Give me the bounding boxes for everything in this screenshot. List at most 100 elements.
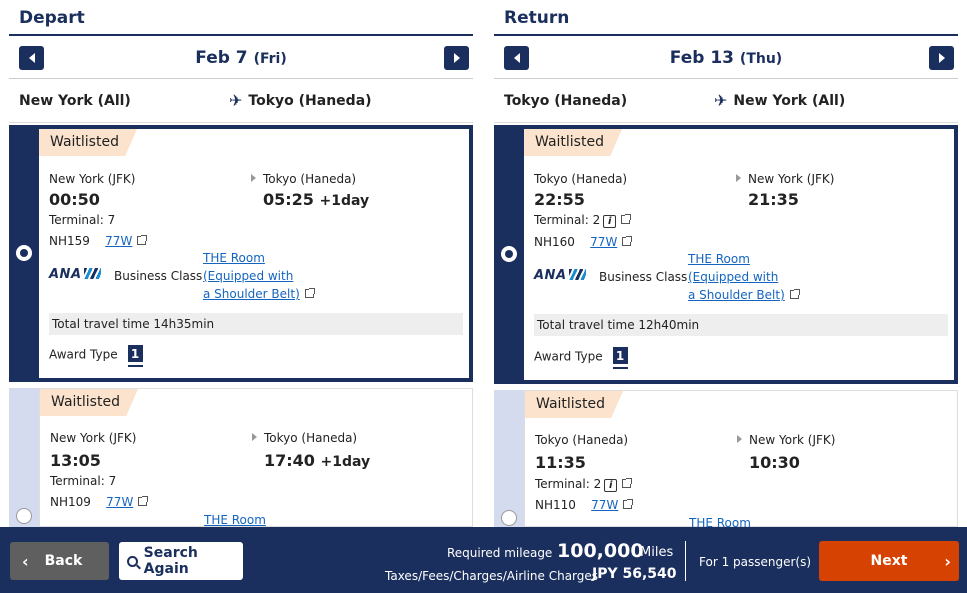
flight-radio-selected[interactable] <box>501 246 517 262</box>
terminal: Terminal: 7 <box>50 474 117 488</box>
terminal: Terminal: 2i <box>535 477 633 492</box>
dest-airport: New York (JFK) <box>737 433 835 447</box>
aircraft-link[interactable]: 77W <box>106 495 133 509</box>
next-date-button[interactable] <box>929 46 954 70</box>
route-from: New York (All) <box>19 92 131 109</box>
mileage-value: 100,000 <box>557 540 644 562</box>
next-date-button[interactable] <box>444 46 469 70</box>
info-icon[interactable]: i <box>604 479 618 492</box>
external-link-icon <box>623 499 634 509</box>
external-link-icon <box>621 214 632 224</box>
route-to: New York (All) <box>733 92 846 109</box>
prev-date-button[interactable] <box>19 46 44 70</box>
flight-radio-unselected[interactable] <box>16 508 32 524</box>
total-travel-time: Total travel time 14h35min <box>49 313 463 335</box>
next-button[interactable]: Next › <box>819 541 959 581</box>
flight-number-row: NH110 77W <box>535 498 634 512</box>
return-route: Tokyo (Haneda) ✈ New York (All) <box>494 79 958 123</box>
dest-airport: Tokyo (Haneda) <box>252 431 357 445</box>
dest-airport: New York (JFK) <box>736 172 834 186</box>
external-link-icon <box>622 478 633 488</box>
cabin-class: Business Class <box>114 269 203 283</box>
passenger-count: For 1 passenger(s) <box>699 555 812 569</box>
external-link-icon <box>789 289 800 299</box>
arrow-right-icon <box>737 435 742 443</box>
left-arrow-icon <box>28 53 35 63</box>
prev-date-button[interactable] <box>504 46 529 70</box>
return-date-bar: Feb 13 (Thu) <box>494 36 958 79</box>
flight-radio-selected[interactable] <box>16 245 32 261</box>
departure-time: 11:35 <box>535 453 586 472</box>
arrival-time: 10:30 <box>749 453 800 472</box>
dest-airport: Tokyo (Haneda) <box>251 172 356 186</box>
flight-option-card[interactable]: Waitlisted New York (JFK) Tokyo (Haneda)… <box>9 388 473 527</box>
departure-time: 00:50 <box>49 190 100 209</box>
mileage-label: Required mileage <box>447 546 553 560</box>
ana-logo: ANA <box>49 267 101 282</box>
search-again-button[interactable]: Search Again <box>119 542 243 580</box>
arrow-right-icon <box>736 174 741 182</box>
external-link-icon <box>138 496 149 506</box>
origin-airport: New York (JFK) <box>49 172 136 186</box>
mileage-unit: Miles <box>640 545 674 560</box>
total-travel-time: Total travel time 12h40min <box>534 314 948 336</box>
taxes-label: Taxes/Fees/Charges/Airline Charges <box>385 569 599 583</box>
right-arrow-icon <box>938 53 945 63</box>
award-type: Award Type 1 <box>534 347 628 367</box>
flight-option-card[interactable]: Waitlisted Tokyo (Haneda) New York (JFK)… <box>494 390 958 530</box>
back-button[interactable]: ‹ Back <box>10 542 109 580</box>
status-badge: Waitlisted <box>39 129 137 156</box>
route-to: Tokyo (Haneda) <box>248 92 372 109</box>
return-column: Return Feb 13 (Thu) Tokyo (Haneda) ✈ New… <box>494 0 958 530</box>
ana-logo: ANA <box>534 268 586 283</box>
flight-details: Waitlisted Tokyo (Haneda) New York (JFK)… <box>524 129 954 380</box>
arrow-right-icon <box>252 433 257 441</box>
origin-airport: New York (JFK) <box>50 431 137 445</box>
status-badge: Waitlisted <box>525 391 623 418</box>
depart-title: Depart <box>9 0 473 36</box>
divider <box>685 541 686 581</box>
depart-date: Feb 7 (Fri) <box>195 48 287 68</box>
seat-type-link[interactable]: THE Room (Equipped with a Shoulder Belt) <box>203 249 315 303</box>
aircraft-link[interactable]: 77W <box>105 234 132 248</box>
flight-option-card[interactable]: Waitlisted New York (JFK) Tokyo (Haneda)… <box>9 125 473 382</box>
arrival-time: 05:25 +1day <box>263 190 370 209</box>
left-arrow-icon <box>513 53 520 63</box>
right-arrow-icon <box>453 53 460 63</box>
taxes-value: JPY 56,540 <box>592 566 677 582</box>
aircraft-link[interactable]: 77W <box>590 235 617 249</box>
chevron-left-icon: ‹ <box>22 551 29 571</box>
award-type-badge[interactable]: 1 <box>612 347 628 367</box>
aircraft-link[interactable]: 77W <box>591 498 618 512</box>
award-type: Award Type 1 <box>49 345 143 365</box>
airplane-icon: ✈ <box>714 91 728 110</box>
departure-time: 22:55 <box>534 190 585 209</box>
seat-type-link[interactable]: THE Room (Equipped with a Shoulder Belt) <box>688 250 800 304</box>
airplane-icon: ✈ <box>229 91 243 110</box>
origin-airport: Tokyo (Haneda) <box>535 433 629 447</box>
flight-radio-unselected[interactable] <box>501 510 517 526</box>
footer-bar: ‹ Back Search Again Required mileage 100,… <box>0 527 967 593</box>
arrow-right-icon <box>251 174 256 182</box>
flight-option-card[interactable]: Waitlisted Tokyo (Haneda) New York (JFK)… <box>494 125 958 384</box>
route-from: Tokyo (Haneda) <box>504 92 628 109</box>
award-type-badge[interactable]: 1 <box>127 345 143 365</box>
depart-route: New York (All) ✈ Tokyo (Haneda) <box>9 79 473 123</box>
flight-number-row: NH109 77W <box>50 495 149 509</box>
return-date: Feb 13 (Thu) <box>669 48 783 68</box>
external-link-icon <box>304 288 315 298</box>
terminal: Terminal: 7 <box>49 213 116 227</box>
arrival-time: 21:35 <box>748 190 799 209</box>
arrival-time: 17:40 +1day <box>264 451 371 470</box>
depart-date-bar: Feb 7 (Fri) <box>9 36 473 79</box>
cabin-class: Business Class <box>599 270 688 284</box>
status-badge: Waitlisted <box>40 389 138 416</box>
depart-column: Depart Feb 7 (Fri) New York (All) ✈ Toky… <box>9 0 473 527</box>
flight-number-row: NH159 77W <box>49 234 148 248</box>
flight-details: Waitlisted Tokyo (Haneda) New York (JFK)… <box>524 390 958 530</box>
info-icon[interactable]: i <box>603 215 617 228</box>
chevron-right-icon: › <box>944 551 951 571</box>
flight-number-row: NH160 77W <box>534 235 633 249</box>
external-link-icon <box>622 236 633 246</box>
flight-details: Waitlisted New York (JFK) Tokyo (Haneda)… <box>39 388 473 527</box>
